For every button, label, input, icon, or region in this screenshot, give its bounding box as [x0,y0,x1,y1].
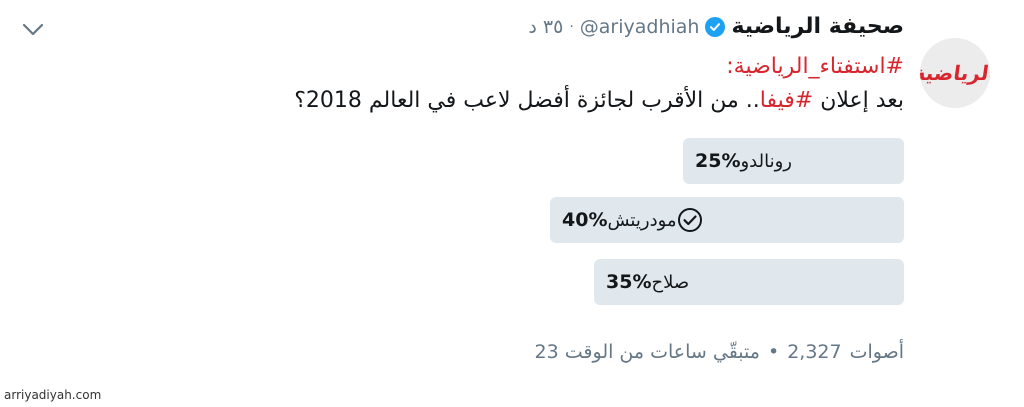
avatar-logo: الرياضية [920,61,990,85]
votes-label: أصوات [849,341,904,363]
watermark: arriyadiyah.com [4,388,102,402]
verified-badge-icon [705,16,726,37]
footer-bullet: • [767,341,780,363]
avatar[interactable]: الرياضية [920,38,990,108]
tweet-text-after: .. من الأقرب لجائزة أفضل لاعب في العالم … [294,88,760,113]
hashtag-poll[interactable]: #استفتاء_الرياضية: [726,54,904,79]
tweet-text: بعد إعلان #فيفا.. من الأقرب لجائزة أفضل … [294,88,904,113]
poll-percent: 35% [606,271,652,293]
poll-choice-label: رونالدو [740,150,792,172]
handle[interactable]: @ariyadhiah [580,16,700,38]
poll-choice-label: مودريتش [607,209,677,231]
tweet-card[interactable]: الرياضية صحيفة الرياضية @ariyadhiah · ٣٥… [0,0,1024,407]
check-circle-icon [677,207,703,233]
poll-footer: أصوات 2,327 • متبقّي ساعات من الوقت 23 [535,341,904,363]
poll-percent: 25% [695,150,741,172]
tweet-header: صحيفة الرياضية @ariyadhiah · ٣٥ د [528,14,904,39]
timestamp[interactable]: ٣٥ د [528,16,563,38]
display-name[interactable]: صحيفة الرياضية [731,14,904,39]
tweet-text-before: بعد إعلان [813,88,904,113]
separator: · [569,18,574,35]
poll-choice-label: صلاح [651,271,690,293]
votes-count: 2,327 [787,341,842,363]
poll-option-3: 35% صلاح [594,259,904,305]
hashtag-fifa[interactable]: #فيفا [760,88,813,113]
poll-option-1: 25% رونالدو [683,138,904,184]
chevron-down-icon[interactable] [20,20,46,40]
time-remaining: متبقّي ساعات من الوقت 23 [534,341,760,363]
poll-percent: 40% [562,209,608,231]
poll-option-2: 40% مودريتش [550,197,904,243]
